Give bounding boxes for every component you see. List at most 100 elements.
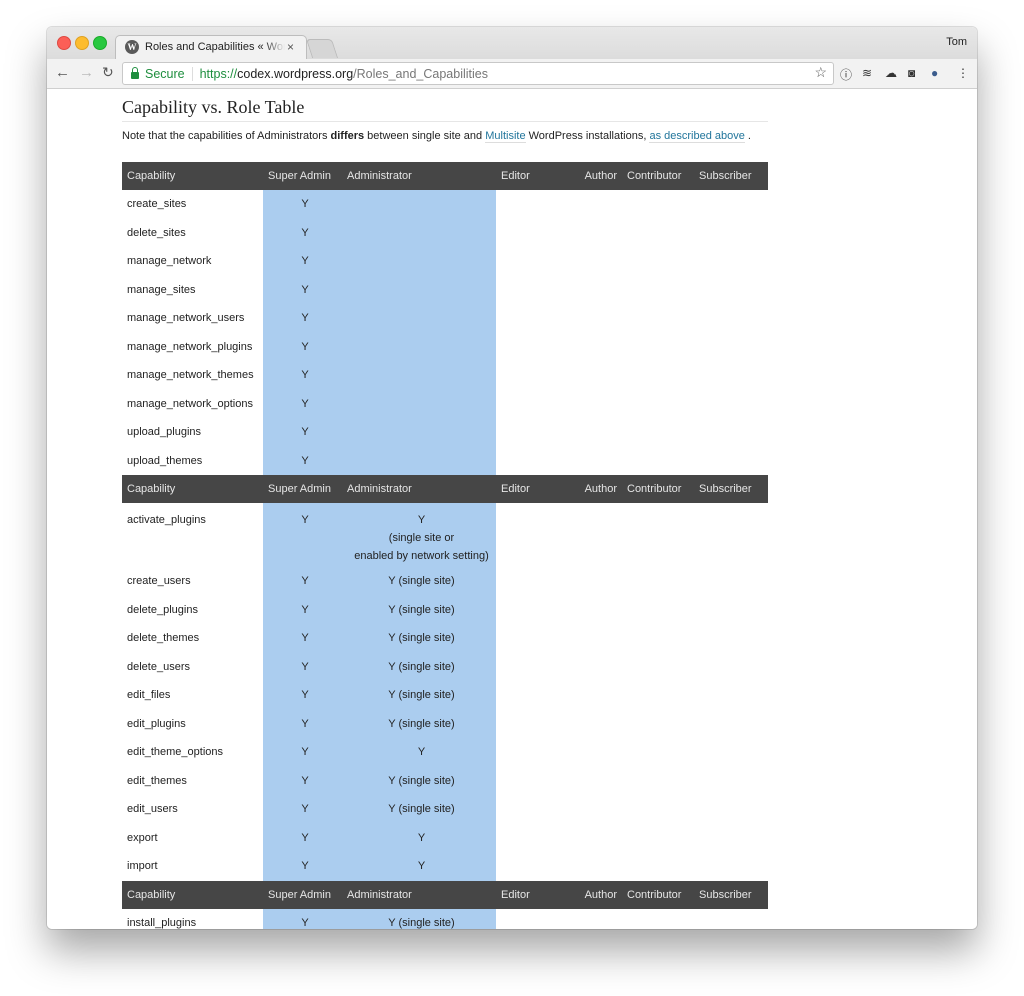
star-icon[interactable]: ☆ (814, 64, 827, 81)
column-header: Super Admin (263, 880, 342, 909)
wordpress-icon: W (125, 40, 139, 54)
editor-cell (496, 681, 575, 710)
editor-cell (496, 767, 575, 796)
subscriber-cell (694, 624, 768, 653)
administrator-cell: Y (single site) (342, 624, 496, 653)
editor-cell (496, 653, 575, 682)
minimize-window-button[interactable] (75, 36, 89, 50)
described-above-link[interactable]: as described above (649, 130, 745, 143)
super-admin-cell: Y (263, 361, 342, 390)
administrator-cell (342, 304, 496, 333)
close-window-button[interactable] (57, 36, 71, 50)
super-admin-cell: Y (263, 190, 342, 219)
forward-icon[interactable]: → (79, 64, 94, 81)
column-header: Super Admin (263, 162, 342, 190)
editor-cell (496, 824, 575, 853)
column-header: Contributor (622, 475, 694, 503)
active-tab-content[interactable]: W Roles and Capabilities « WordPress Cod… (119, 35, 305, 59)
contributor-cell (622, 447, 694, 476)
administrator-cell: Y (single site) (342, 595, 496, 624)
capability-role-table: Capability Super Admin Administrator Editor… (122, 162, 768, 929)
table-row: edit_theme_options Y Y (122, 738, 768, 767)
contributor-cell (622, 361, 694, 390)
contributor-cell (622, 824, 694, 853)
subscriber-cell (694, 219, 768, 248)
capability-cell: import (127, 860, 158, 873)
contributor-cell (622, 624, 694, 653)
author-cell (575, 503, 622, 567)
buffer-icon[interactable]: ≋ (862, 66, 872, 80)
menu-icon[interactable]: ⋮ (957, 66, 969, 80)
capability-cell: install_plugins (127, 916, 197, 929)
zoom-window-button[interactable] (93, 36, 107, 50)
super-admin-cell: Y (263, 738, 342, 767)
table-row: delete_users Y Y (single site) (122, 652, 768, 682)
column-header: Subscriber (694, 162, 768, 190)
super-admin-cell: Y (263, 332, 342, 361)
table-header-row: Capability Super Admin Administrator Editor… (122, 880, 768, 909)
capability-cell: manage_network (127, 255, 212, 268)
reload-icon[interactable]: ↻ (102, 64, 114, 81)
administrator-cell: Y (single site) (342, 652, 496, 681)
author-cell (575, 361, 622, 390)
table-row: activate_plugins Y Y (single site or enabl… (122, 503, 768, 567)
author-cell (575, 219, 622, 248)
lock-icon (131, 67, 139, 79)
tab-close-icon[interactable]: × (287, 40, 294, 54)
table-row: manage_network Y (122, 247, 768, 276)
back-icon[interactable]: ← (55, 64, 70, 81)
url-host: codex.wordpress.org (237, 66, 354, 81)
super-admin-cell: Y (263, 247, 342, 276)
subscriber-cell (694, 333, 768, 362)
subscriber-cell (694, 390, 768, 419)
contributor-cell (622, 852, 694, 881)
wappalyzer-icon[interactable]: ● (931, 66, 938, 80)
column-header: Contributor (622, 880, 694, 909)
divider (191, 66, 193, 81)
editor-cell (496, 418, 575, 447)
note-part: between single site and (364, 130, 486, 142)
super-admin-cell: Y (263, 503, 342, 567)
contributor-cell (622, 767, 694, 796)
capability-cell: upload_plugins (127, 426, 202, 439)
super-admin-cell: Y (263, 304, 342, 333)
title-bar: W Roles and Capabilities « WordPress Cod… (47, 27, 977, 60)
pocket-icon[interactable]: ◙ (908, 66, 915, 80)
subscriber-cell (694, 190, 768, 219)
page-heading: Capability vs. Role Table (122, 97, 768, 122)
author-cell (575, 418, 622, 447)
column-header: Author (575, 880, 622, 909)
subscriber-cell (694, 653, 768, 682)
contributor-cell (622, 681, 694, 710)
capability-cell: edit_files (127, 689, 171, 702)
column-header: Subscriber (694, 475, 768, 503)
table-row: delete_sites Y (122, 218, 768, 248)
author-cell (575, 909, 622, 930)
new-tab-button[interactable] (305, 39, 339, 58)
table-row: upload_plugins Y (122, 418, 768, 447)
column-header: Author (575, 162, 622, 190)
author-cell (575, 738, 622, 767)
column-header: Administrator (342, 475, 496, 503)
author-cell (575, 447, 622, 476)
multisite-link[interactable]: Multisite (485, 130, 526, 143)
cloud-icon[interactable]: ☁ (885, 66, 897, 80)
capability-cell: edit_users (127, 803, 178, 816)
1password-icon[interactable]: ⓘ (840, 66, 852, 83)
contributor-cell (622, 276, 694, 305)
capability-cell: manage_sites (127, 283, 196, 296)
super-admin-cell: Y (263, 709, 342, 738)
author-cell (575, 824, 622, 853)
subscriber-cell (694, 795, 768, 824)
table-row: export Y Y (122, 823, 768, 853)
column-header: Editor (496, 880, 575, 909)
contributor-cell (622, 596, 694, 625)
administrator-cell (342, 332, 496, 361)
administrator-cell: Y (single site) (342, 766, 496, 795)
profile-name[interactable]: Tom (946, 36, 967, 48)
address-bar[interactable]: Secure https://codex.wordpress.org/Roles… (122, 62, 834, 85)
subscriber-cell (694, 738, 768, 767)
capability-cell: upload_themes (127, 454, 203, 467)
table-row: upload_themes Y (122, 446, 768, 476)
subscriber-cell (694, 710, 768, 739)
